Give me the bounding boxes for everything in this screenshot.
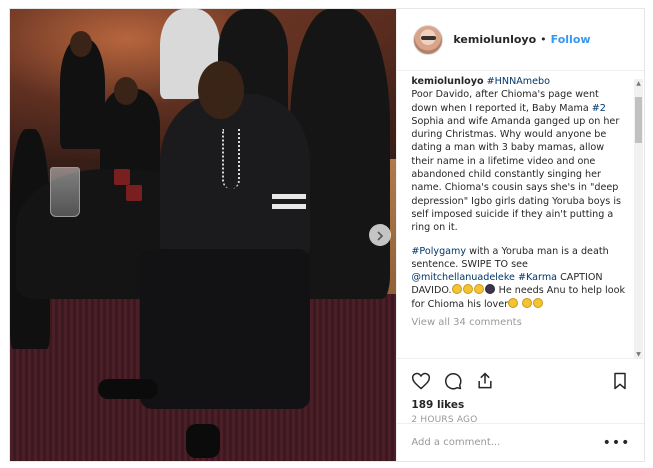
photo-shoe (186, 424, 220, 458)
next-photo-button[interactable] (369, 224, 391, 246)
comments-section: kemiolunloyo #HNNAmebo Poor Davido, afte… (397, 75, 633, 355)
view-all-comments-link[interactable]: View all 34 comments (411, 317, 625, 328)
avatar[interactable] (413, 24, 444, 55)
caption-mention[interactable]: @mitchellanuadeleke (411, 272, 515, 283)
emoji-icon (508, 297, 519, 308)
photo-head (114, 77, 138, 105)
caption-hashtag[interactable]: #Polygamy (411, 246, 466, 257)
caption-hashtag[interactable]: #Karma (518, 272, 557, 283)
follow-button[interactable]: Follow (551, 33, 591, 46)
post-photo[interactable] (10, 9, 397, 461)
post-header: kemiolunloyo • Follow (397, 9, 644, 71)
add-comment-bar: ••• (397, 423, 645, 461)
chevron-right-icon (375, 226, 385, 245)
more-options-icon[interactable]: ••• (603, 435, 631, 451)
photo-subject-pants (140, 249, 310, 409)
post-actions: 189 likes 2 HOURS AGO (397, 358, 645, 425)
photo-cup (126, 185, 142, 201)
photo-head (70, 31, 92, 57)
instagram-post: kemiolunloyo • Follow kemiolunloyo #HNNA… (9, 8, 645, 462)
scroll-up-icon[interactable]: ▲ (634, 79, 643, 88)
scrollbar-thumb[interactable] (635, 97, 642, 143)
caption-username[interactable]: kemiolunloyo (411, 76, 483, 87)
emoji-icon (522, 297, 533, 308)
emoji-icon (533, 297, 544, 308)
emoji-icon (462, 284, 473, 295)
photo-sleeve-stripe (272, 194, 306, 199)
photo-pitcher (50, 167, 80, 217)
caption-hashtag[interactable]: #2 (592, 103, 606, 114)
caption-hashtag[interactable]: #HNNAmebo (487, 76, 550, 87)
comment-input[interactable] (411, 437, 603, 448)
comments-scrollbar[interactable]: ▲ ▼ (634, 79, 643, 359)
photo-sleeve-stripe (272, 204, 306, 209)
post-sidebar: kemiolunloyo • Follow kemiolunloyo #HNNA… (396, 9, 645, 461)
header-username[interactable]: kemiolunloyo (453, 33, 536, 46)
bookmark-icon[interactable] (610, 371, 630, 391)
action-icon-row (411, 369, 630, 393)
emoji-icon (484, 284, 495, 295)
caption-text: Poor Davido, after Chioma's page went do… (411, 89, 599, 114)
caption-text: Sophia and wife Amanda ganged up on her … (411, 115, 621, 234)
separator-dot: • (540, 33, 547, 46)
photo-cup (114, 169, 130, 185)
photo-chain (222, 129, 240, 189)
photo-subject-head (198, 61, 244, 119)
photo-shoe (98, 379, 158, 399)
comment-icon[interactable] (443, 371, 463, 391)
share-icon[interactable] (475, 371, 495, 391)
heart-icon[interactable] (411, 371, 431, 391)
emoji-icon (451, 284, 462, 295)
post-caption: kemiolunloyo #HNNAmebo Poor Davido, afte… (411, 75, 625, 311)
likes-count[interactable]: 189 likes (411, 399, 630, 411)
emoji-icon (473, 284, 484, 295)
